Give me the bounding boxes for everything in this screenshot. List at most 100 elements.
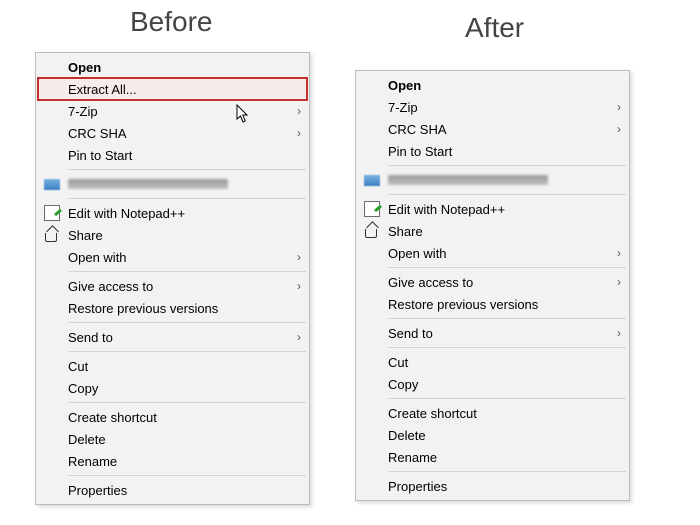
menu-item-properties[interactable]: Properties — [358, 475, 627, 497]
menu-item-label: Extract All... — [68, 82, 301, 97]
notepad-icon — [43, 204, 61, 222]
menu-item-cut[interactable]: Cut — [358, 351, 627, 373]
menu-item-label: Copy — [388, 377, 621, 392]
chevron-right-icon: › — [291, 104, 301, 118]
menu-separator — [68, 169, 306, 170]
menu-separator — [68, 322, 306, 323]
menu-item-label: Cut — [388, 355, 621, 370]
menu-item-7zip[interactable]: 7-Zip › — [358, 96, 627, 118]
menu-item-send-to[interactable]: Send to › — [358, 322, 627, 344]
menu-item-crc-sha[interactable]: CRC SHA › — [38, 122, 307, 144]
menu-item-label: Create shortcut — [388, 406, 621, 421]
chevron-right-icon: › — [611, 122, 621, 136]
installer-icon — [363, 171, 381, 189]
menu-separator — [388, 318, 626, 319]
menu-item-edit-notepad[interactable]: Edit with Notepad++ — [358, 198, 627, 220]
menu-item-give-access[interactable]: Give access to › — [38, 275, 307, 297]
menu-item-label: Properties — [68, 483, 301, 498]
menu-item-give-access[interactable]: Give access to › — [358, 271, 627, 293]
menu-item-label: Open with — [68, 250, 291, 265]
menu-separator — [388, 165, 626, 166]
menu-separator — [388, 194, 626, 195]
heading-before: Before — [130, 6, 213, 38]
menu-item-create-shortcut[interactable]: Create shortcut — [38, 406, 307, 428]
menu-item-open-with[interactable]: Open with › — [358, 242, 627, 264]
menu-separator — [388, 398, 626, 399]
menu-item-label: 7-Zip — [68, 104, 291, 119]
menu-item-open[interactable]: Open — [38, 56, 307, 78]
menu-item-crc-sha[interactable]: CRC SHA › — [358, 118, 627, 140]
menu-item-label: Cut — [68, 359, 301, 374]
menu-item-properties[interactable]: Properties — [38, 479, 307, 501]
menu-item-label: Open — [68, 60, 301, 75]
menu-item-label: Share — [388, 224, 621, 239]
menu-item-restore-previous[interactable]: Restore previous versions — [358, 293, 627, 315]
menu-item-label: Send to — [388, 326, 611, 341]
menu-item-label: Open with — [388, 246, 611, 261]
menu-item-label — [68, 179, 228, 189]
menu-item-label: Delete — [68, 432, 301, 447]
menu-item-label: Open — [388, 78, 621, 93]
menu-item-delete[interactable]: Delete — [358, 424, 627, 446]
installer-icon — [43, 175, 61, 193]
menu-item-label: CRC SHA — [68, 126, 291, 141]
chevron-right-icon: › — [291, 250, 301, 264]
menu-item-label: 7-Zip — [388, 100, 611, 115]
menu-item-open-with[interactable]: Open with › — [38, 246, 307, 268]
menu-item-copy[interactable]: Copy — [38, 377, 307, 399]
menu-item-label: Properties — [388, 479, 621, 494]
share-icon — [43, 226, 61, 244]
menu-item-label: Copy — [68, 381, 301, 396]
menu-item-7zip[interactable]: 7-Zip › — [38, 100, 307, 122]
chevron-right-icon: › — [291, 279, 301, 293]
menu-item-open[interactable]: Open — [358, 74, 627, 96]
chevron-right-icon: › — [611, 275, 621, 289]
chevron-right-icon: › — [611, 246, 621, 260]
heading-after: After — [465, 12, 524, 44]
menu-item-copy[interactable]: Copy — [358, 373, 627, 395]
menu-item-rename[interactable]: Rename — [38, 450, 307, 472]
menu-item-label: Edit with Notepad++ — [388, 202, 621, 217]
menu-item-label: Delete — [388, 428, 621, 443]
menu-item-share[interactable]: Share — [358, 220, 627, 242]
menu-separator — [68, 402, 306, 403]
menu-item-label: Create shortcut — [68, 410, 301, 425]
menu-item-label: Restore previous versions — [68, 301, 301, 316]
menu-item-label: Edit with Notepad++ — [68, 206, 301, 221]
menu-item-label: Pin to Start — [388, 144, 621, 159]
chevron-right-icon: › — [611, 326, 621, 340]
chevron-right-icon: › — [291, 330, 301, 344]
menu-item-label: Rename — [68, 454, 301, 469]
menu-item-extract-all[interactable]: Extract All... — [38, 78, 307, 100]
notepad-icon — [363, 200, 381, 218]
menu-item-pin-to-start[interactable]: Pin to Start — [38, 144, 307, 166]
menu-item-pin-to-start[interactable]: Pin to Start — [358, 140, 627, 162]
menu-item-label: Rename — [388, 450, 621, 465]
menu-separator — [68, 475, 306, 476]
context-menu-after: Open 7-Zip › CRC SHA › Pin to Start Edit… — [355, 70, 630, 501]
share-icon — [363, 222, 381, 240]
menu-item-cut[interactable]: Cut — [38, 355, 307, 377]
menu-item-label: Restore previous versions — [388, 297, 621, 312]
menu-item-label: Share — [68, 228, 301, 243]
menu-item-label: Pin to Start — [68, 148, 301, 163]
menu-item-install-with[interactable] — [358, 169, 627, 191]
menu-item-delete[interactable]: Delete — [38, 428, 307, 450]
chevron-right-icon: › — [611, 100, 621, 114]
menu-item-label: Send to — [68, 330, 291, 345]
menu-item-share[interactable]: Share — [38, 224, 307, 246]
menu-item-create-shortcut[interactable]: Create shortcut — [358, 402, 627, 424]
menu-item-install-with[interactable] — [38, 173, 307, 195]
menu-item-edit-notepad[interactable]: Edit with Notepad++ — [38, 202, 307, 224]
menu-item-label: CRC SHA — [388, 122, 611, 137]
menu-item-send-to[interactable]: Send to › — [38, 326, 307, 348]
menu-separator — [388, 267, 626, 268]
menu-item-label: Give access to — [68, 279, 291, 294]
menu-separator — [388, 471, 626, 472]
menu-item-rename[interactable]: Rename — [358, 446, 627, 468]
menu-item-restore-previous[interactable]: Restore previous versions — [38, 297, 307, 319]
menu-separator — [388, 347, 626, 348]
menu-separator — [68, 271, 306, 272]
menu-item-label: Give access to — [388, 275, 611, 290]
context-menu-before: Open Extract All... 7-Zip › CRC SHA › Pi… — [35, 52, 310, 505]
